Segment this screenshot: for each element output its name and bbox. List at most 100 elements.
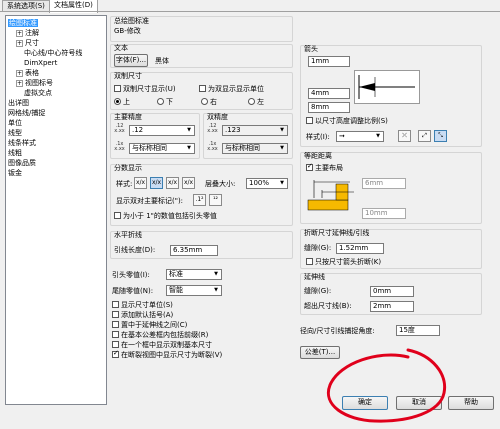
tree-item-label: 表格: [25, 69, 39, 77]
fraction-style-3-button[interactable]: x/x: [166, 177, 179, 189]
checkbox-icon: [112, 320, 119, 328]
option-checkbox[interactable]: 显示尺寸单位(S): [112, 300, 173, 310]
checkbox-icon: [112, 310, 119, 318]
option-label: 添加默认括号(A): [121, 311, 174, 319]
tree-item-label: 绘图标准: [8, 19, 38, 27]
tree-item[interactable]: 线粗: [8, 148, 22, 158]
tree-item[interactable]: 钣金: [8, 168, 22, 178]
arrow-preview: [354, 70, 420, 104]
dual-dimension-label: 双制尺寸: [114, 72, 142, 80]
tree-item[interactable]: 虚拟交点: [24, 88, 52, 98]
overall-standard-value[interactable]: GB-修改: [114, 27, 141, 36]
dual-position-left[interactable]: 左: [248, 97, 264, 107]
offset-distance-label: 等距距离: [304, 152, 332, 160]
settings-tree[interactable]: 绘图标准 + 注解 + 尺寸 中心线/中心符号线 DimXpert + 表格 + 视图标号 虚拟交点出…: [5, 15, 107, 405]
option-label: 在断裂视图中显示尺寸为断裂(V): [121, 351, 223, 359]
tree-item[interactable]: 图像品质: [8, 158, 36, 168]
dual-mark-2-button[interactable]: ¹²: [209, 194, 222, 206]
dual-display-checkbox[interactable]: 双制尺寸显示(U): [114, 84, 176, 94]
option-label: 置中于延伸线之间(C): [121, 321, 188, 329]
expand-icon[interactable]: +: [16, 39, 23, 47]
trailing-zeros-select[interactable]: 智能 ▼: [166, 285, 222, 296]
option-checkbox[interactable]: 在断裂视图中显示尺寸为断裂(V): [112, 349, 223, 360]
arrow-smart-button[interactable]: ⤡: [434, 130, 447, 142]
option-checkbox[interactable]: 置中于延伸线之间(C): [112, 320, 188, 330]
tree-item[interactable]: 单位: [8, 118, 22, 128]
help-button[interactable]: 帮助: [448, 396, 494, 410]
font-name: 黑体: [155, 57, 169, 65]
stack-size-select[interactable]: 100% ▼: [246, 178, 288, 189]
leading-zeros-select[interactable]: 标准 ▼: [166, 269, 222, 280]
leader-length-label: 引线长度(D):: [114, 246, 156, 254]
tree-item[interactable]: 出详图: [8, 98, 29, 108]
ext-beyond-input[interactable]: 2mm: [370, 301, 414, 312]
tree-item-label: 出详图: [8, 99, 29, 107]
tree-item[interactable]: 中心线/中心符号线: [24, 48, 82, 58]
tree-item[interactable]: + 表格: [16, 68, 39, 78]
radial-snap-input[interactable]: 15度: [396, 325, 440, 336]
option-checkbox[interactable]: 在一个框中显示双制基本尺寸: [112, 340, 212, 350]
tree-item-label: 线型: [8, 129, 22, 137]
option-checkbox[interactable]: 添加默认括号(A): [112, 310, 174, 320]
option-label: 显示尺寸单位(S): [121, 301, 173, 309]
only-arrow-break-checkbox[interactable]: 只按尺寸箭头折断(K): [306, 257, 381, 267]
dual-precision-select[interactable]: .123 ▼: [222, 125, 288, 136]
fraction-style-1-button[interactable]: x/x: [134, 177, 147, 189]
dual-position-bottom[interactable]: 下: [157, 97, 173, 107]
dual-position-top[interactable]: 上: [114, 97, 130, 107]
fraction-style-4-button[interactable]: x/x: [182, 177, 195, 189]
arrow-inside-button[interactable]: ⤢: [418, 130, 431, 142]
offset-first-input[interactable]: 6mm: [362, 178, 406, 189]
dual-units-checkbox[interactable]: 为双显示显示单位: [199, 84, 264, 94]
break-gap-input[interactable]: 1.52mm: [336, 243, 384, 254]
leader-length-input[interactable]: 6.35mm: [170, 245, 218, 256]
tree-item[interactable]: + 尺寸: [16, 38, 39, 48]
dual-tolerance-select[interactable]: 与标称相同 ▼: [222, 143, 288, 154]
tree-item[interactable]: 绘图标准: [8, 18, 38, 28]
radial-snap-label: 径向/尺寸引线捕捉角度:: [300, 327, 375, 335]
tree-item[interactable]: DimXpert: [24, 58, 57, 68]
arrow-length-input[interactable]: 8mm: [308, 102, 350, 113]
cancel-button[interactable]: 取消: [396, 396, 442, 410]
dual-precision-label: 双精度: [207, 113, 228, 121]
dual-precision-spin-icon: .12 x.xx: [207, 123, 218, 134]
dual-mark-1-button[interactable]: .1²: [193, 194, 206, 206]
dual-mark-label: 显示双对主要标记("):: [116, 197, 184, 205]
expand-icon[interactable]: +: [16, 29, 23, 37]
primary-precision-select[interactable]: .12 ▼: [129, 125, 195, 136]
arrow-width-input[interactable]: 1mm: [308, 56, 350, 67]
extension-lines-label: 延伸线: [304, 273, 325, 281]
arrow-diagram-icon: [358, 75, 415, 99]
precision-spin-icon: .12 x.xx: [114, 123, 125, 134]
tolerance-button[interactable]: 公差(T)...: [300, 346, 340, 359]
tree-item[interactable]: 线条样式: [8, 138, 36, 148]
tree-item[interactable]: + 注解: [16, 28, 39, 38]
option-label: 在基本公差框内包括前缀(R): [121, 331, 209, 339]
arrow-style-label: 样式(I):: [306, 133, 330, 141]
expand-icon[interactable]: +: [16, 69, 23, 77]
primary-tolerance-select[interactable]: 与标称相同 ▼: [129, 143, 195, 154]
tree-item[interactable]: + 视图标号: [16, 78, 53, 88]
ok-button[interactable]: 确定: [342, 396, 388, 410]
main-layout-checkbox[interactable]: 主要布局: [306, 162, 343, 173]
dual-position-right[interactable]: 右: [201, 97, 217, 107]
tree-item[interactable]: 网格线/捕捉: [8, 108, 45, 118]
font-button[interactable]: 字体(F)...: [114, 54, 148, 67]
ext-gap-input[interactable]: 0mm: [370, 286, 414, 297]
leading-zero-checkbox[interactable]: 为小于 1"的数值包括引头零值: [114, 211, 217, 221]
tree-item-label: DimXpert: [24, 59, 58, 67]
offset-second-input[interactable]: 10mm: [362, 208, 406, 219]
tolerance-spin-icon: .1x x.xx: [114, 141, 125, 152]
tree-item-label: 钣金: [8, 169, 22, 177]
horizontal-break-label: 水平折线: [114, 231, 142, 239]
arrow-height-input[interactable]: 4mm: [308, 88, 350, 99]
option-checkbox[interactable]: 在基本公差框内包括前缀(R): [112, 330, 209, 340]
tree-item[interactable]: 线型: [8, 128, 22, 138]
fraction-style-2-button[interactable]: x/x: [150, 177, 163, 189]
expand-icon[interactable]: +: [16, 79, 23, 87]
arrow-style-select[interactable]: ➞ ▼: [336, 131, 384, 142]
tree-item-label: 图像品质: [8, 159, 36, 167]
tree-item-label: 注解: [25, 29, 39, 37]
scale-with-text-checkbox[interactable]: 以尺寸高度调整比例(S): [306, 116, 388, 126]
arrow-outside-button[interactable]: ⤫: [398, 130, 411, 142]
